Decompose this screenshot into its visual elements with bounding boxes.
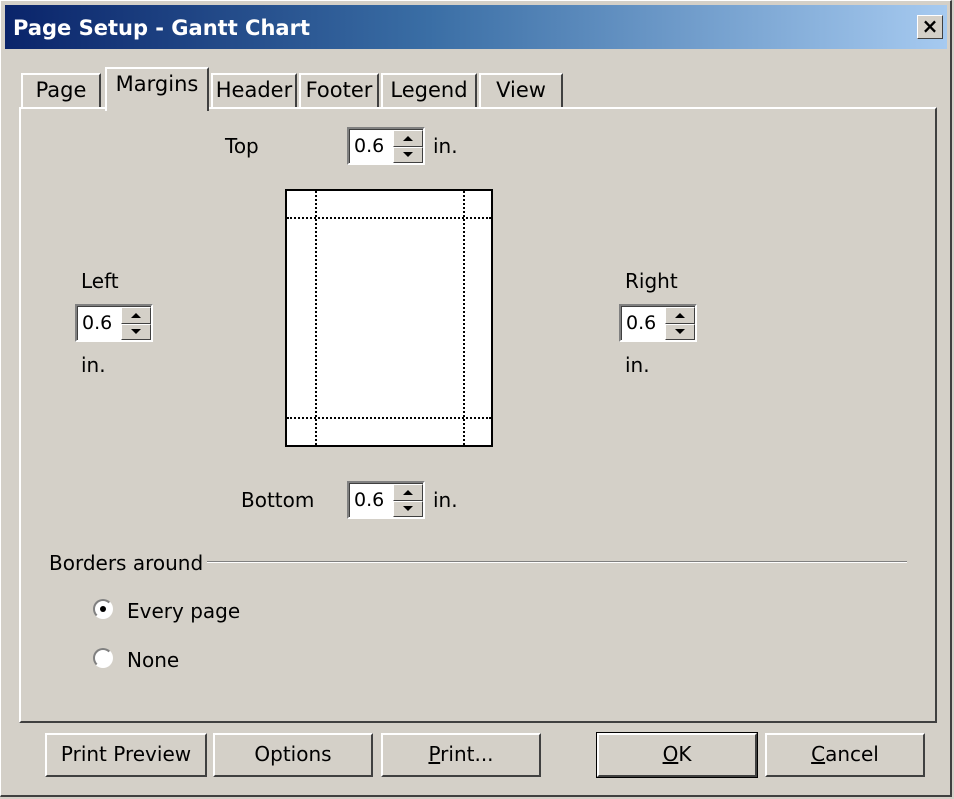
right-margin-label: Right [625,269,678,293]
arrow-down-icon [403,506,413,512]
left-margin-guide [315,191,317,445]
tab-footer-label: Footer [305,78,373,102]
ok-label: OK [663,742,692,766]
left-margin-label: Left [81,269,119,293]
right-margin-up-button[interactable] [665,307,695,324]
tab-legend-label: Legend [390,78,468,102]
right-margin-unit: in. [625,353,650,377]
page-setup-dialog: Page Setup - Gantt Chart × Page Margins … [0,0,952,797]
cancel-label-rest: ancel [825,742,879,766]
radio-none-label[interactable]: None [127,648,179,672]
arrow-up-icon [131,312,141,318]
left-margin-unit: in. [81,353,106,377]
tab-footer[interactable]: Footer [299,73,379,107]
left-margin-down-button[interactable] [121,323,151,340]
print-preview-label: Print Preview [60,742,192,766]
ok-button[interactable]: OK [596,732,758,778]
left-margin-spinner[interactable]: 0.6 [75,304,153,342]
bottom-margin-down-button[interactable] [393,500,423,517]
print-preview-button[interactable]: Print Preview [45,733,207,777]
bottom-margin-value[interactable]: 0.6 [354,489,384,511]
arrow-up-icon [403,135,413,141]
bottom-margin-guide [287,417,491,419]
tab-view-label: View [496,78,546,102]
arrow-down-icon [403,152,413,158]
page-margin-preview [285,189,493,447]
tab-header[interactable]: Header [211,73,297,107]
right-margin-value[interactable]: 0.6 [626,312,656,334]
group-divider [207,561,907,563]
tab-legend[interactable]: Legend [381,73,477,107]
cancel-label: Cancel [811,742,879,766]
tab-page[interactable]: Page [21,73,101,107]
options-label: Options [254,742,332,766]
arrow-down-icon [675,329,685,335]
top-margin-down-button[interactable] [393,146,423,163]
left-margin-up-button[interactable] [121,307,151,324]
ok-label-rest: K [678,742,692,766]
radio-none[interactable] [93,648,113,668]
print-button[interactable]: Print... [381,733,541,777]
bottom-margin-unit: in. [433,488,458,512]
top-margin-unit: in. [433,134,458,158]
bottom-margin-up-button[interactable] [393,484,423,501]
borders-group-label: Borders around [49,551,204,575]
print-label: Print... [428,742,493,766]
top-margin-guide [287,217,491,219]
radio-every-page[interactable] [93,599,113,619]
tab-margins[interactable]: Margins [105,67,209,111]
right-margin-guide [463,191,465,445]
tab-page-label: Page [35,78,87,102]
print-accelerator: P [428,742,441,766]
arrow-up-icon [675,312,685,318]
tab-view[interactable]: View [479,73,563,107]
tab-header-label: Header [215,78,293,102]
tab-margins-label: Margins [115,72,199,96]
arrow-down-icon [131,329,141,335]
title-bar[interactable]: Page Setup - Gantt Chart × [5,5,947,49]
print-label-rest: rint... [440,742,494,766]
ok-accelerator: O [662,742,679,766]
top-margin-label: Top [225,134,259,158]
arrow-up-icon [403,489,413,495]
top-margin-value[interactable]: 0.6 [354,135,384,157]
window-title: Page Setup - Gantt Chart [13,16,310,40]
options-button[interactable]: Options [213,733,373,777]
cancel-accelerator: C [811,742,826,766]
cancel-button[interactable]: Cancel [765,733,925,777]
left-margin-value[interactable]: 0.6 [82,312,112,334]
right-margin-down-button[interactable] [665,323,695,340]
right-margin-spinner[interactable]: 0.6 [619,304,697,342]
close-button[interactable]: × [917,15,943,39]
top-margin-spinner[interactable]: 0.6 [347,127,425,165]
bottom-margin-label: Bottom [241,488,315,512]
radio-selected-dot [100,606,106,612]
bottom-margin-spinner[interactable]: 0.6 [347,481,425,519]
radio-every-page-label[interactable]: Every page [127,599,240,623]
close-icon: × [921,14,939,38]
top-margin-up-button[interactable] [393,130,423,147]
